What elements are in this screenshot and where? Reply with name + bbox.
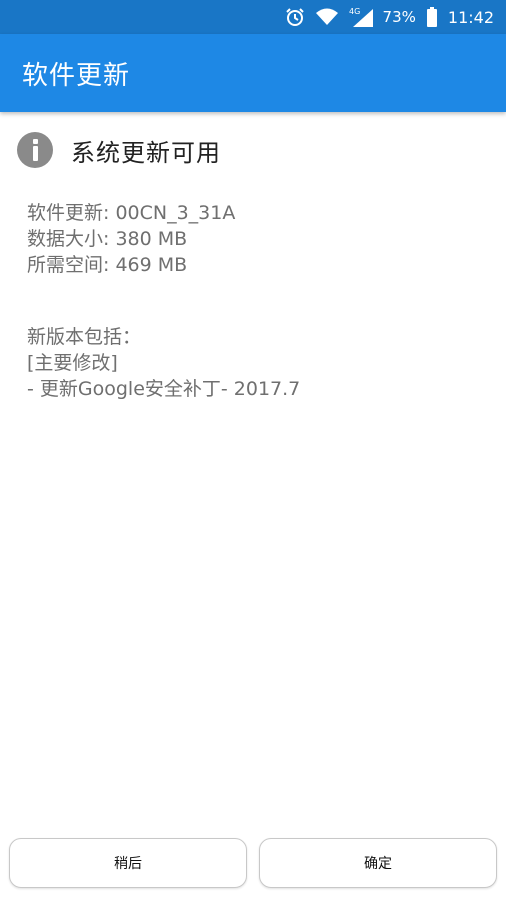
software-version-text: 软件更新: 00CN_3_31A: [27, 202, 236, 224]
battery-icon: [426, 7, 438, 27]
alarm-icon: [285, 7, 305, 27]
clock: 11:42: [447, 7, 494, 27]
update-content: 系统更新可用 软件更新: 00CN_3_31A 数据大小: 380 MB 所需空…: [0, 112, 506, 832]
changelog: 新版本包括： [主要修改] - 更新Google安全补丁- 2017.7: [27, 324, 300, 402]
required-space-text: 所需空间: 469 MB: [27, 254, 188, 276]
wifi-icon: [315, 8, 339, 26]
changelog-intro: 新版本包括：: [27, 326, 142, 348]
app-bar: 软件更新: [0, 34, 506, 112]
cellular-signal-icon: 4G: [349, 7, 375, 27]
watermark: [380, 870, 440, 884]
update-heading: 系统更新可用: [71, 138, 221, 167]
data-size-text: 数据大小: 380 MB: [27, 228, 188, 250]
confirm-button[interactable]: 确定: [259, 838, 497, 888]
battery-percent: 73%: [382, 8, 416, 26]
page-title: 软件更新: [22, 60, 131, 91]
status-bar: 4G 73% 11:42: [0, 0, 506, 34]
update-details: 软件更新: 00CN_3_31A 数据大小: 380 MB 所需空间: 469 …: [27, 200, 235, 278]
update-header: 系统更新可用: [17, 132, 221, 168]
info-icon: [17, 132, 53, 168]
later-button[interactable]: 稍后: [9, 838, 247, 888]
network-type-label: 4G: [349, 7, 360, 16]
changelog-item: - 更新Google安全补丁- 2017.7: [27, 378, 301, 400]
changelog-section: [主要修改]: [27, 352, 118, 374]
